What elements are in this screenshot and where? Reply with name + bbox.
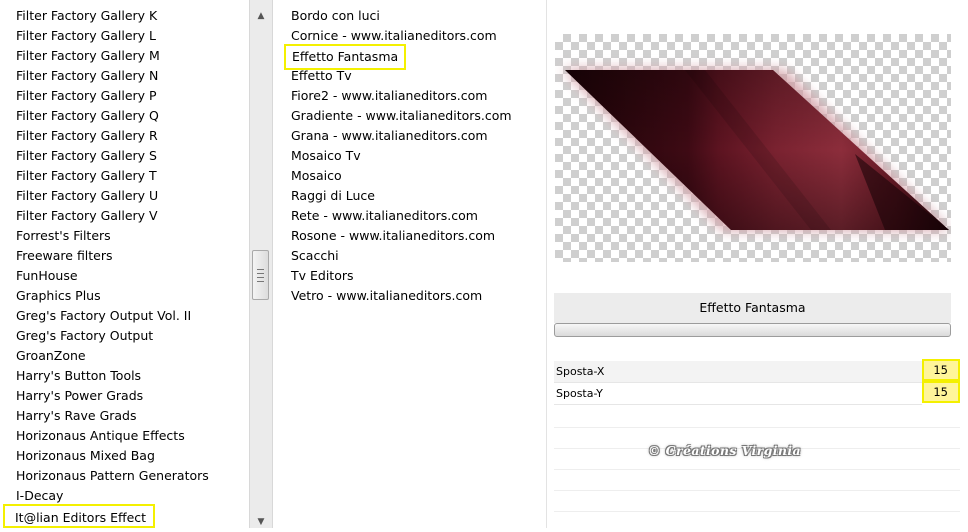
category-item[interactable]: Forrest's Filters — [16, 226, 111, 246]
category-item[interactable]: Horizonaus Pattern Generators — [16, 466, 209, 486]
filter-item[interactable]: Raggi di Luce — [291, 186, 375, 206]
filter-category-list[interactable]: Filter Factory Gallery K Filter Factory G… — [0, 0, 248, 528]
category-item[interactable]: Graphics Plus — [16, 286, 101, 306]
category-item[interactable]: Harry's Button Tools — [16, 366, 141, 386]
filter-item[interactable]: Fiore2 - www.italianeditors.com — [291, 86, 487, 106]
category-item[interactable]: Filter Factory Gallery K — [16, 6, 157, 26]
param-value-sposta-y[interactable]: 15 — [922, 381, 960, 403]
effect-preview — [555, 34, 951, 262]
param-label: Sposta-X — [556, 365, 605, 378]
empty-param-row — [554, 407, 960, 428]
effect-progress-bar — [554, 323, 951, 337]
category-item[interactable]: Harry's Power Grads — [16, 386, 143, 406]
param-value-sposta-x[interactable]: 15 — [922, 359, 960, 381]
filter-item[interactable]: Mosaico — [291, 166, 342, 186]
category-item[interactable]: Filter Factory Gallery R — [16, 126, 158, 146]
filter-item[interactable]: Rete - www.italianeditors.com — [291, 206, 478, 226]
category-item[interactable]: Filter Factory Gallery N — [16, 66, 158, 86]
category-item[interactable]: Greg's Factory Output Vol. II — [16, 306, 191, 326]
category-item[interactable]: Horizonaus Antique Effects — [16, 426, 185, 446]
preview-image — [559, 68, 949, 230]
category-item[interactable]: Freeware filters — [16, 246, 113, 266]
category-item[interactable]: Filter Factory Gallery P — [16, 86, 157, 106]
effect-title: Effetto Fantasma — [554, 293, 951, 323]
filter-item[interactable]: Cornice - www.italianeditors.com — [291, 26, 497, 46]
grip-line — [257, 269, 264, 270]
category-item[interactable]: Filter Factory Gallery T — [16, 166, 157, 186]
filter-item[interactable]: Rosone - www.italianeditors.com — [291, 226, 495, 246]
category-item[interactable]: Filter Factory Gallery U — [16, 186, 158, 206]
filter-item[interactable]: Mosaico Tv — [291, 146, 361, 166]
category-item[interactable]: Filter Factory Gallery L — [16, 26, 156, 46]
filter-item[interactable]: Gradiente - www.italianeditors.com — [291, 106, 512, 126]
grip-line — [257, 277, 264, 278]
filter-item[interactable]: Bordo con luci — [291, 6, 380, 26]
category-item[interactable]: Filter Factory Gallery M — [16, 46, 160, 66]
filter-item[interactable]: Vetro - www.italianeditors.com — [291, 286, 482, 306]
category-item[interactable]: GroanZone — [16, 346, 86, 366]
category-item[interactable]: FunHouse — [16, 266, 78, 286]
category-item[interactable]: Filter Factory Gallery V — [16, 206, 158, 226]
filter-item[interactable]: Effetto Tv — [291, 66, 352, 86]
empty-param-row — [554, 491, 960, 512]
arrow-down-icon[interactable]: ▼ — [250, 512, 272, 532]
category-item[interactable]: I-Decay — [16, 486, 63, 506]
panel-divider — [546, 0, 547, 528]
grip-line — [257, 281, 264, 282]
category-item[interactable]: Filter Factory Gallery S — [16, 146, 157, 166]
watermark-text: © Créations Virginia — [648, 443, 802, 458]
grip-line — [257, 273, 264, 274]
category-item[interactable]: Filter Factory Gallery Q — [16, 106, 159, 126]
param-label: Sposta-Y — [556, 387, 603, 400]
arrow-up-icon[interactable]: ▲ — [250, 6, 272, 26]
param-row-sposta-x: Sposta-X — [554, 361, 922, 383]
param-row-sposta-y: Sposta-Y — [554, 383, 922, 405]
scrollbar-thumb[interactable] — [252, 250, 269, 300]
empty-param-row — [554, 470, 960, 491]
category-item[interactable]: Horizonaus Mixed Bag — [16, 446, 155, 466]
category-scrollbar[interactable]: ▲ ▼ — [249, 0, 273, 528]
category-item[interactable]: Harry's Rave Grads — [16, 406, 137, 426]
category-item-selected[interactable]: It@lian Editors Effect — [3, 504, 155, 528]
filter-item[interactable]: Grana - www.italianeditors.com — [291, 126, 488, 146]
filter-item[interactable]: Scacchi — [291, 246, 339, 266]
filter-item[interactable]: Tv Editors — [291, 266, 354, 286]
filter-list[interactable]: Bordo con luci Cornice - www.italianedito… — [276, 0, 544, 528]
category-item[interactable]: Greg's Factory Output — [16, 326, 153, 346]
